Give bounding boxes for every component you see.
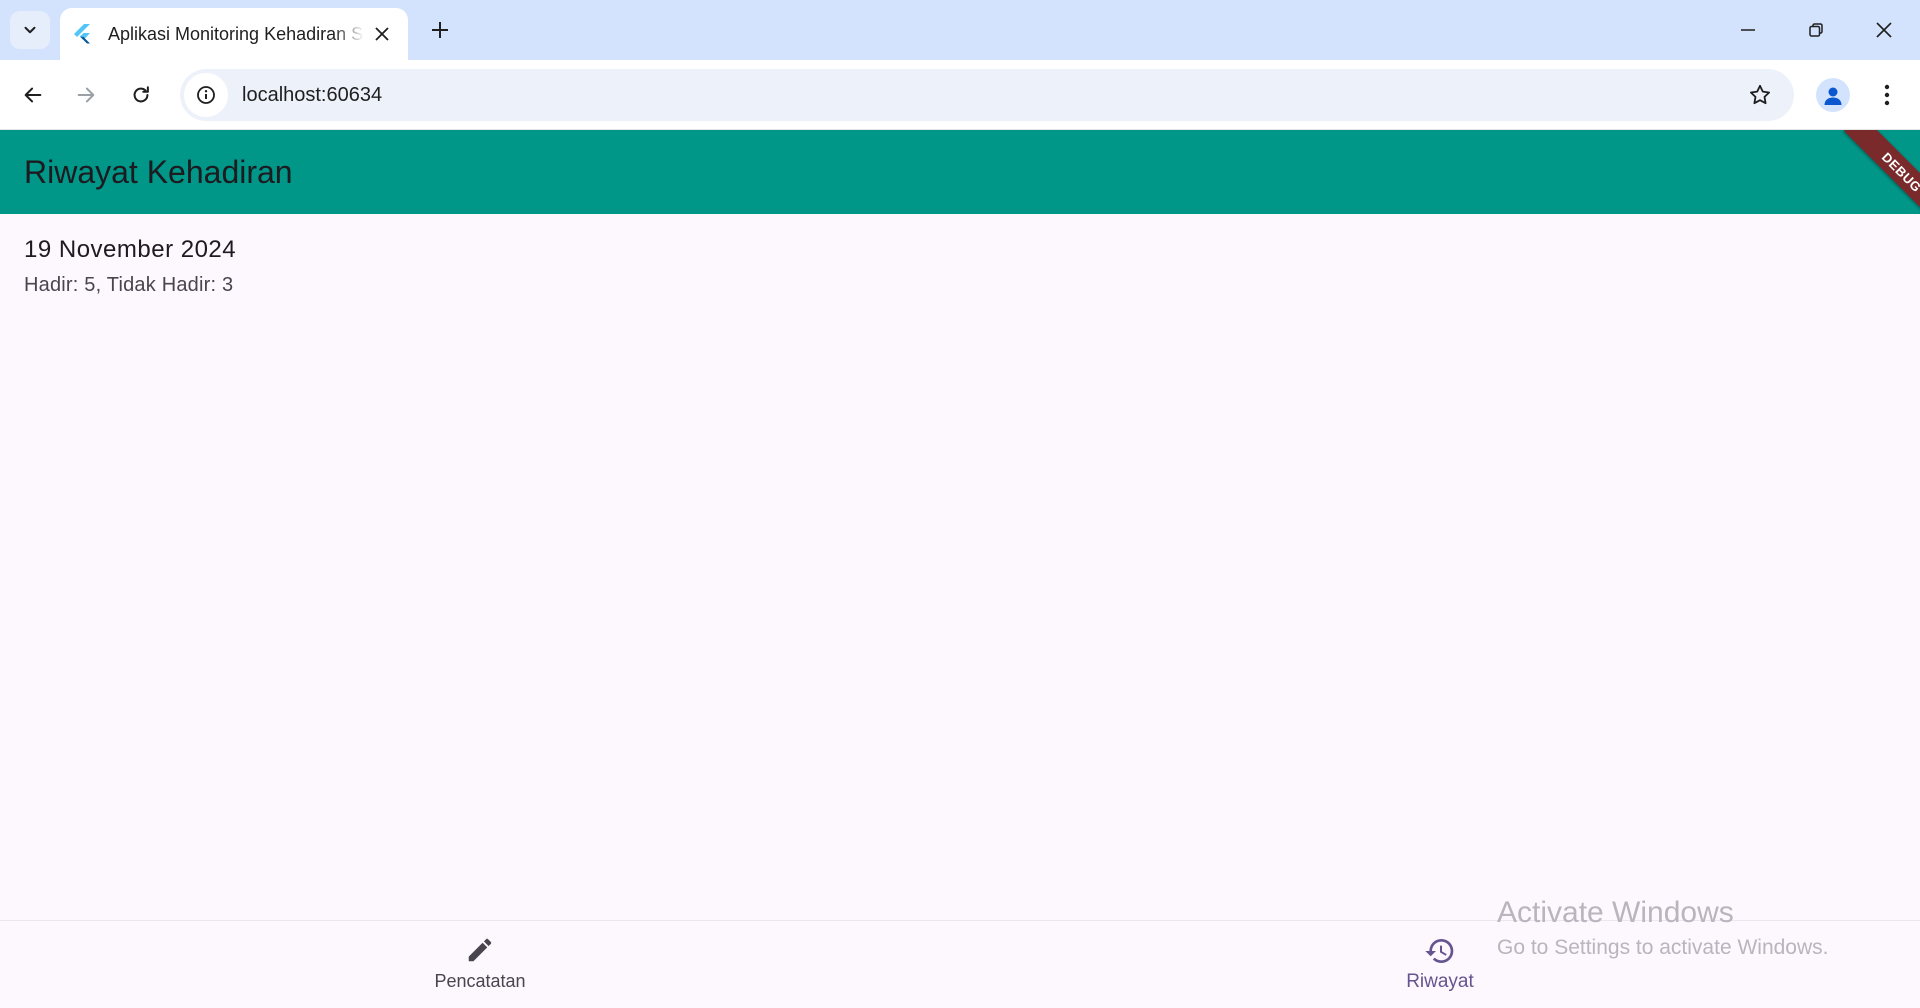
activate-windows-title: Activate Windows bbox=[1497, 896, 1734, 929]
minimize-icon bbox=[1741, 29, 1755, 31]
tab-search-button[interactable] bbox=[10, 11, 50, 49]
bookmark-star-icon[interactable] bbox=[1746, 81, 1774, 109]
flutter-icon bbox=[74, 24, 90, 44]
nav-item-riwayat[interactable]: Riwayat bbox=[1370, 935, 1510, 993]
profile-avatar-button[interactable] bbox=[1816, 78, 1850, 112]
browser-tab-strip: Aplikasi Monitoring Kehadiran Siswa bbox=[0, 0, 1920, 60]
record-date: 19 November 2024 bbox=[24, 236, 237, 263]
chevron-down-icon bbox=[24, 26, 36, 34]
debug-label: DEBUG bbox=[1844, 130, 1920, 224]
forward-button[interactable] bbox=[66, 75, 106, 115]
back-button[interactable] bbox=[13, 75, 53, 115]
nav-label-pencatatan: Pencatatan bbox=[434, 971, 526, 991]
browser-toolbar: localhost:60634 bbox=[0, 60, 1920, 130]
arrow-left-icon bbox=[24, 87, 42, 103]
history-icon bbox=[1425, 939, 1454, 963]
close-icon bbox=[1876, 22, 1892, 38]
nav-item-pencatatan[interactable]: Pencatatan bbox=[410, 935, 550, 992]
activate-windows-subtitle: Go to Settings to activate Windows. bbox=[1497, 936, 1829, 959]
browser-menu-button[interactable] bbox=[1870, 78, 1904, 112]
list-item[interactable]: 19 November 2024 Hadir: 5, Tidak Hadir: … bbox=[24, 236, 236, 297]
address-bar[interactable]: localhost:60634 bbox=[180, 69, 1794, 121]
new-tab-button[interactable] bbox=[424, 14, 456, 46]
close-window-button[interactable] bbox=[1862, 10, 1906, 50]
debug-banner: DEBUG bbox=[1826, 130, 1920, 224]
edit-icon bbox=[468, 938, 492, 962]
nav-label-riwayat: Riwayat bbox=[1406, 971, 1474, 992]
arrow-right-icon bbox=[77, 87, 95, 103]
page-title: Riwayat Kehadiran bbox=[24, 154, 293, 190]
reload-button[interactable] bbox=[121, 75, 161, 115]
plus-icon bbox=[432, 22, 448, 38]
browser-tab[interactable]: Aplikasi Monitoring Kehadiran Siswa bbox=[60, 8, 408, 60]
site-info-button[interactable] bbox=[184, 73, 228, 117]
restore-button[interactable] bbox=[1794, 10, 1838, 50]
attendance-history-list: 19 November 2024 Hadir: 5, Tidak Hadir: … bbox=[24, 236, 236, 297]
restore-icon bbox=[1809, 23, 1823, 37]
close-tab-icon[interactable] bbox=[370, 22, 394, 46]
person-icon bbox=[1824, 87, 1842, 105]
activate-windows-watermark: Activate Windows Go to Settings to activ… bbox=[1497, 896, 1829, 960]
minimize-button[interactable] bbox=[1726, 10, 1770, 50]
tab-title: Aplikasi Monitoring Kehadiran Siswa bbox=[108, 23, 364, 44]
url-text: localhost:60634 bbox=[242, 83, 383, 106]
record-summary: Hadir: 5, Tidak Hadir: 3 bbox=[24, 274, 234, 296]
info-icon bbox=[197, 86, 215, 104]
reload-icon bbox=[133, 86, 149, 103]
app-bar: Riwayat Kehadiran bbox=[0, 130, 1920, 214]
more-vert-icon bbox=[1884, 84, 1890, 106]
